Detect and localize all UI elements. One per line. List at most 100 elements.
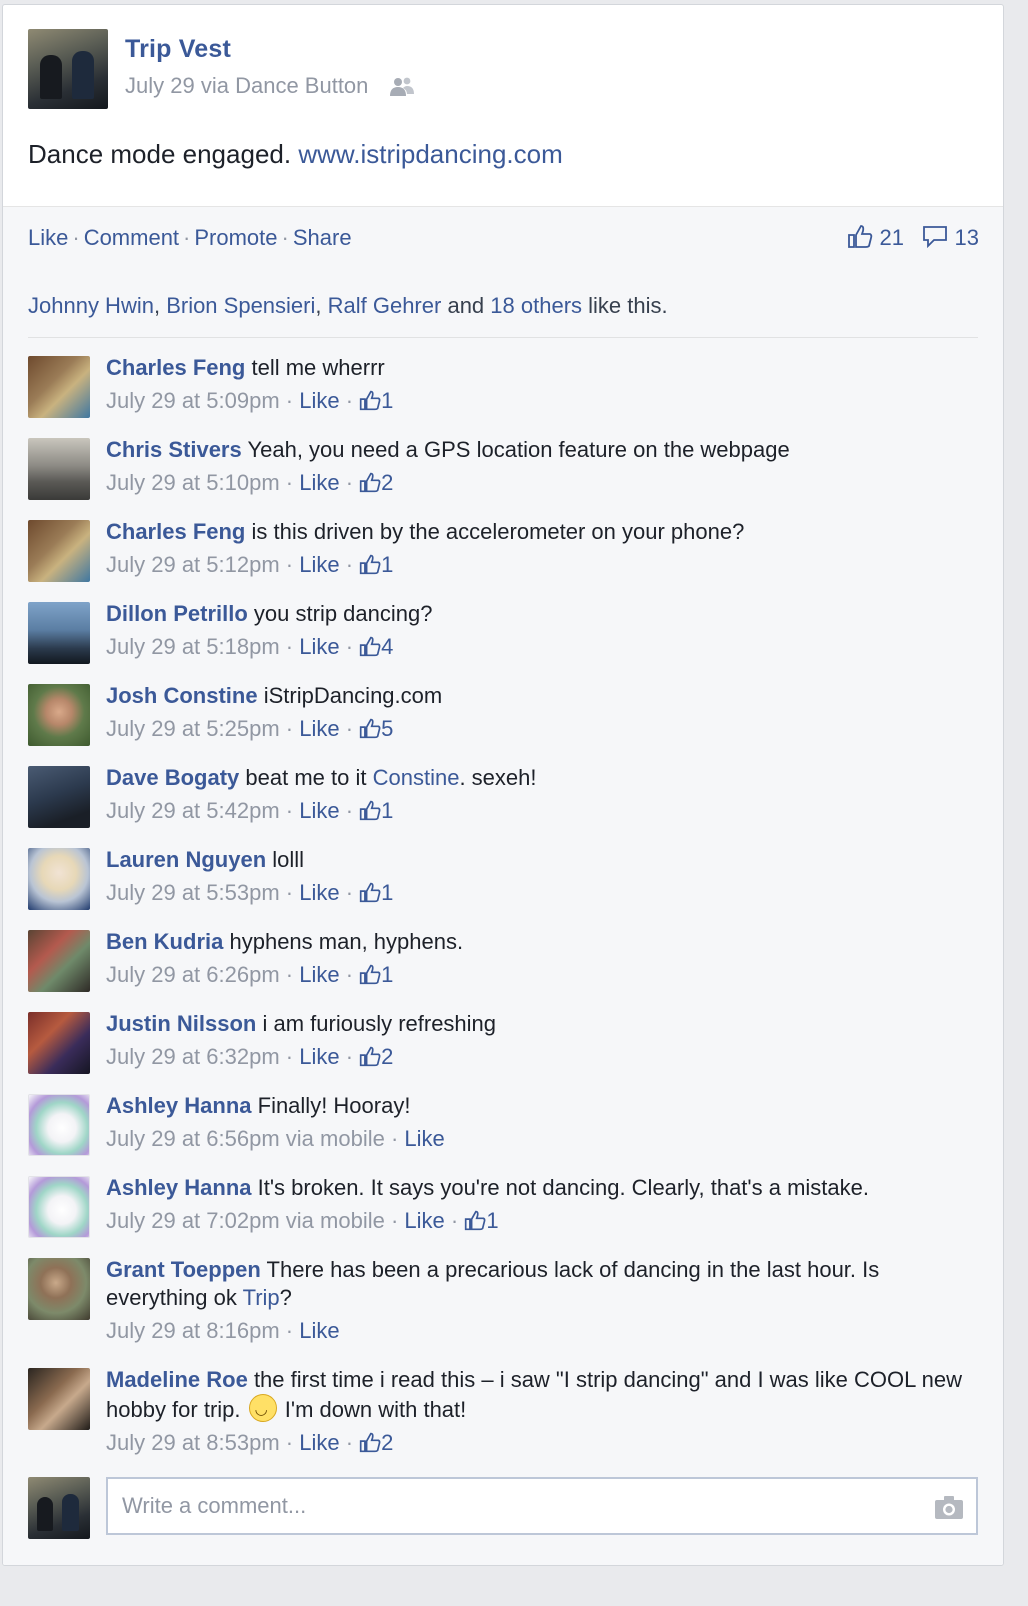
- comment-like-count[interactable]: 4: [359, 634, 393, 659]
- mention-link[interactable]: Trip: [243, 1285, 280, 1310]
- comment-meta: July 29 at 5:18pm · Like · 4: [106, 634, 394, 659]
- comment-like-button[interactable]: Like: [404, 1126, 444, 1151]
- commenter-avatar[interactable]: [28, 1094, 90, 1156]
- comment-timestamp[interactable]: July 29 at 6:26pm: [106, 962, 280, 987]
- comment-like-button[interactable]: Like: [299, 962, 339, 987]
- commenter-avatar[interactable]: [28, 1176, 90, 1238]
- author-name-link[interactable]: Trip Vest: [125, 35, 231, 64]
- story-meta: July 29 via Dance Button: [125, 73, 415, 99]
- commenter-name[interactable]: Justin Nilsson: [106, 1011, 256, 1036]
- comment-timestamp[interactable]: July 29 at 5:25pm: [106, 716, 280, 741]
- commenter-avatar[interactable]: [28, 930, 90, 992]
- commenter-name[interactable]: Dillon Petrillo: [106, 601, 248, 626]
- comment-timestamp[interactable]: July 29 at 6:32pm: [106, 1044, 280, 1069]
- thumbs-up-icon: [359, 880, 381, 905]
- comment-like-button[interactable]: Like: [299, 470, 339, 495]
- post-link[interactable]: www.istripdancing.com: [298, 139, 562, 169]
- comment-like-count[interactable]: 1: [359, 880, 393, 905]
- comment-body: Ben Kudria hyphens man, hyphens. July 29…: [106, 928, 983, 989]
- commenter-name[interactable]: Ashley Hanna: [106, 1093, 252, 1118]
- commenter-name[interactable]: Charles Feng: [106, 355, 245, 380]
- comment-like-button[interactable]: Like: [299, 1044, 339, 1069]
- comment-timestamp[interactable]: July 29 at 5:42pm: [106, 798, 280, 823]
- comment-like-button[interactable]: Like: [299, 388, 339, 413]
- comment-timestamp[interactable]: July 29 at 8:53pm: [106, 1430, 280, 1455]
- commenter-name[interactable]: Lauren Nguyen: [106, 847, 266, 872]
- comment-meta: July 29 at 5:09pm · Like · 1: [106, 388, 394, 413]
- comment-like-count[interactable]: 1: [359, 388, 393, 413]
- promote-button[interactable]: Promote: [194, 225, 277, 250]
- post-message: Dance mode engaged. www.istripdancing.co…: [28, 139, 563, 170]
- comment-timestamp[interactable]: July 29 at 5:12pm: [106, 552, 280, 577]
- like-button[interactable]: Like: [28, 225, 68, 250]
- commenter-name[interactable]: Ashley Hanna: [106, 1175, 252, 1200]
- commenter-avatar[interactable]: [28, 1258, 90, 1320]
- comment-text: It's broken. It says you're not dancing.…: [257, 1175, 869, 1200]
- comment-like-count[interactable]: 5: [359, 716, 393, 741]
- comment-like-button[interactable]: Like: [299, 1430, 339, 1455]
- comment-count[interactable]: 13: [922, 225, 979, 250]
- author-avatar[interactable]: [28, 29, 108, 109]
- comment-meta: July 29 at 5:12pm · Like · 1: [106, 552, 394, 577]
- comment-like-button[interactable]: Like: [299, 716, 339, 741]
- commenter-avatar[interactable]: [28, 1012, 90, 1074]
- comment-like-button[interactable]: Like: [299, 880, 339, 905]
- commenter-name[interactable]: Chris Stivers: [106, 437, 242, 462]
- comment-input[interactable]: [106, 1477, 978, 1535]
- story-date[interactable]: July 29: [125, 73, 195, 98]
- comment-like-button[interactable]: Like: [299, 1318, 339, 1343]
- commenter-name[interactable]: Dave Bogaty: [106, 765, 239, 790]
- comment-like-count[interactable]: 1: [359, 552, 393, 577]
- comment-timestamp[interactable]: July 29 at 6:56pm: [106, 1126, 280, 1151]
- share-button[interactable]: Share: [293, 225, 352, 250]
- comment-like-count[interactable]: 2: [359, 1044, 393, 1069]
- others-link[interactable]: 18 others: [490, 293, 582, 318]
- comment-like-button[interactable]: Like: [299, 552, 339, 577]
- commenter-avatar[interactable]: [28, 848, 90, 910]
- commenter-name[interactable]: Madeline Roe: [106, 1367, 248, 1392]
- comment-like-button[interactable]: Like: [299, 798, 339, 823]
- comment-button[interactable]: Comment: [84, 225, 179, 250]
- comment-body: Josh Constine iStripDancing.com July 29 …: [106, 682, 983, 743]
- comment-timestamp[interactable]: July 29 at 5:53pm: [106, 880, 280, 905]
- friends-icon[interactable]: [389, 76, 415, 98]
- comment-timestamp[interactable]: July 29 at 5:18pm: [106, 634, 280, 659]
- liker-link[interactable]: Ralf Gehrer: [328, 293, 442, 318]
- thumbs-up-icon: [359, 634, 381, 659]
- liker-link[interactable]: Brion Spensieri: [166, 293, 315, 318]
- commenter-avatar[interactable]: [28, 602, 90, 664]
- comment-like-count[interactable]: 2: [359, 470, 393, 495]
- liker-link[interactable]: Johnny Hwin: [28, 293, 154, 318]
- like-count[interactable]: 21: [847, 225, 910, 250]
- comment-like-button[interactable]: Like: [299, 634, 339, 659]
- comment-text: is this driven by the accelerometer on y…: [251, 519, 745, 544]
- commenter-name[interactable]: Charles Feng: [106, 519, 245, 544]
- comment-like-count[interactable]: 2: [359, 1430, 393, 1455]
- comment-like-button[interactable]: Like: [404, 1208, 444, 1233]
- camera-icon[interactable]: [934, 1494, 964, 1520]
- comment-like-count[interactable]: 1: [464, 1208, 499, 1233]
- commenter-avatar[interactable]: [28, 684, 90, 746]
- commenter-name[interactable]: Josh Constine: [106, 683, 258, 708]
- via-mobile[interactable]: via mobile: [286, 1208, 385, 1233]
- commenter-avatar[interactable]: [28, 766, 90, 828]
- commenter-avatar[interactable]: [28, 1368, 90, 1430]
- comment-timestamp[interactable]: July 29 at 8:16pm: [106, 1318, 280, 1343]
- commenter-avatar[interactable]: [28, 438, 90, 500]
- app-name[interactable]: Dance Button: [235, 73, 368, 98]
- comment-meta: July 29 at 5:10pm · Like · 2: [106, 470, 394, 495]
- comment-body: Madeline Roe the first time i read this …: [106, 1366, 983, 1457]
- via-mobile[interactable]: via mobile: [286, 1126, 385, 1151]
- comment-timestamp[interactable]: July 29 at 5:09pm: [106, 388, 280, 413]
- comment-timestamp[interactable]: July 29 at 7:02pm: [106, 1208, 280, 1233]
- commenter-name[interactable]: Grant Toeppen: [106, 1257, 261, 1282]
- commenter-avatar[interactable]: [28, 520, 90, 582]
- comment-meta: July 29 at 6:32pm · Like · 2: [106, 1044, 394, 1069]
- story-card: Trip Vest July 29 via Dance Button Dance…: [2, 4, 1004, 1566]
- commenter-avatar[interactable]: [28, 356, 90, 418]
- mention-link[interactable]: Constine: [373, 765, 460, 790]
- comment-timestamp[interactable]: July 29 at 5:10pm: [106, 470, 280, 495]
- comment-like-count[interactable]: 1: [359, 962, 393, 987]
- comment-like-count[interactable]: 1: [359, 798, 393, 823]
- commenter-name[interactable]: Ben Kudria: [106, 929, 223, 954]
